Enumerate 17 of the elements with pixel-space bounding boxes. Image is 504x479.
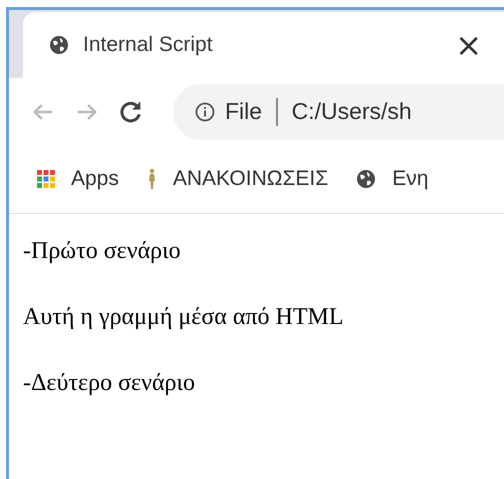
browser-tab[interactable]: Internal Script × <box>23 12 504 78</box>
info-icon <box>195 102 215 122</box>
bookmark[interactable]: ΑΝΑΚΟΙΝΩΣΕΙΣ <box>146 167 328 191</box>
url-text: C:/Users/sh <box>292 98 412 125</box>
tab-title: Internal Script <box>83 33 213 57</box>
apps-grid-icon <box>37 170 55 188</box>
paragraph: Αυτή η γραμμή μέσα από HTML <box>23 304 345 331</box>
scheme-label: File <box>225 98 262 125</box>
globe-icon <box>49 35 69 55</box>
bookmark[interactable]: Apps <box>37 167 119 191</box>
close-button[interactable]: × <box>451 26 486 64</box>
globe-icon <box>356 169 376 189</box>
paragraph: -Πρώτο σενάριο <box>23 238 182 265</box>
figure-icon <box>146 168 157 190</box>
paragraph: -Δεύτερο σενάριο <box>23 370 196 397</box>
address-bar[interactable]: File C:/Users/sh <box>173 84 504 140</box>
bookmark[interactable]: Ενη <box>356 167 428 191</box>
